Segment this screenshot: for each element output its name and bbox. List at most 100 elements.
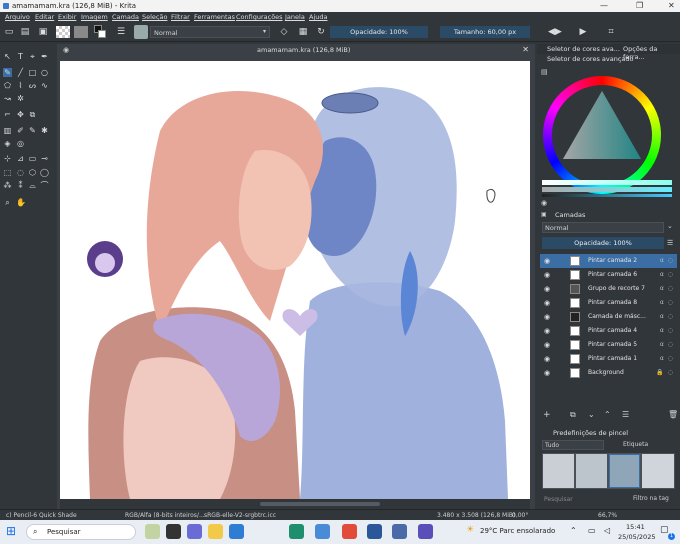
color-triangle[interactable] <box>561 89 643 161</box>
smart-patch-tool-icon[interactable]: ✱ <box>40 126 49 135</box>
color-picker-tool-icon[interactable]: ✐ <box>16 126 25 135</box>
file-explorer-icon[interactable] <box>208 524 223 539</box>
measure-tool-icon[interactable]: ⊿ <box>16 154 25 163</box>
rectangle-tool-icon[interactable]: □ <box>28 68 37 77</box>
layer-row[interactable]: ◉ Pintar camada 4 α ◌ <box>540 324 677 338</box>
add-layer-icon[interactable]: + <box>543 410 551 420</box>
layer-flags-icon[interactable]: α ◌ <box>660 271 674 278</box>
eraser-mode-icon[interactable]: ◇ <box>279 27 289 37</box>
ellipse-select-tool-icon[interactable]: ◌ <box>16 168 25 177</box>
layer-flags-icon[interactable]: α ◌ <box>660 257 674 264</box>
mirror-horizontal-icon[interactable]: ◀▶ <box>548 27 562 37</box>
visibility-eye-icon[interactable]: ◉ <box>544 327 550 335</box>
menu-filtrar[interactable]: Filtrar <box>171 13 190 21</box>
preset-tile[interactable] <box>642 454 674 488</box>
network-icon[interactable]: ▭ <box>588 526 596 535</box>
tab-color-selector[interactable]: Seletor de cores ava... <box>547 45 620 53</box>
zoom-tool-icon[interactable]: ⌕ <box>3 198 12 207</box>
background-color-swatch[interactable] <box>98 30 106 38</box>
lock-icon[interactable]: 🔒 ◌ <box>656 369 674 376</box>
clock-time[interactable]: 15:41 <box>626 523 645 531</box>
layer-flags-icon[interactable]: α ◌ <box>660 355 674 362</box>
visibility-eye-icon[interactable]: ◉ <box>544 341 550 349</box>
drawing-canvas[interactable] <box>60 61 530 499</box>
pan-tool-icon[interactable]: ✋ <box>16 198 26 207</box>
preserve-alpha-icon[interactable]: ▦ <box>298 27 308 37</box>
visibility-eye-icon[interactable]: ◉ <box>544 271 550 279</box>
opacity-slider[interactable]: Opacidade: 100% <box>330 26 428 38</box>
layer-row[interactable]: ◉ Pintar camada 6 α ◌ <box>540 268 677 282</box>
visibility-eye-icon[interactable]: ◉ <box>544 369 550 377</box>
bezier-select-tool-icon[interactable]: ⌓ <box>28 181 37 190</box>
multibrush-tool-icon[interactable]: ✲ <box>16 94 25 103</box>
brush-preset-icon[interactable] <box>134 25 148 39</box>
menu-camada[interactable]: Camada <box>112 13 139 21</box>
layer-flags-icon[interactable]: α ◌ <box>660 285 674 292</box>
document-tab[interactable]: ◉ amamamam.kra (126,8 MiB) ✕ <box>57 44 535 56</box>
preset-filter-select[interactable]: Tudo <box>542 440 604 450</box>
saturation-slider[interactable] <box>542 187 672 192</box>
text-tool-icon[interactable]: T <box>16 52 25 61</box>
visibility-eye-icon[interactable]: ◉ <box>544 355 550 363</box>
menu-arquivo[interactable]: Arquivo <box>5 13 30 21</box>
ellipse-tool-icon[interactable]: ○ <box>40 68 49 77</box>
save-icon[interactable]: ▣ <box>38 27 48 37</box>
layer-row[interactable]: ◉ Pintar camada 5 α ◌ <box>540 338 677 352</box>
taskbar-search[interactable]: ⌕ Pesquisar <box>26 524 136 540</box>
edit-shapes-tool-icon[interactable]: ⌖ <box>28 52 37 61</box>
line-tool-icon[interactable]: ╱ <box>16 68 25 77</box>
delete-layer-icon[interactable]: 🗑 <box>668 410 678 419</box>
crop-tool-icon[interactable]: ⌐ <box>3 110 12 119</box>
contiguous-select-tool-icon[interactable]: ⁂ <box>3 181 12 190</box>
menu-ajuda[interactable]: Ajuda <box>309 13 327 21</box>
tennis-app-icon[interactable] <box>145 524 160 539</box>
move-down-icon[interactable]: ⌄ <box>588 410 595 419</box>
menu-exibir[interactable]: Exibir <box>58 13 76 21</box>
brush-preset-grid[interactable] <box>542 453 675 489</box>
polyline-tool-icon[interactable]: ⌇ <box>16 81 25 90</box>
preset-search-input[interactable]: Pesquisar <box>544 496 573 503</box>
volume-icon[interactable]: ◁ <box>604 526 610 535</box>
word-icon[interactable] <box>367 524 382 539</box>
layer-flags-icon[interactable]: α ◌ <box>660 327 674 334</box>
layer-row[interactable]: ◉ Pintar camada 1 α ◌ <box>540 352 677 366</box>
close-document-icon[interactable]: ✕ <box>522 45 529 54</box>
hue-slider[interactable] <box>542 180 672 185</box>
brush-editor-icon[interactable]: ☰ <box>116 27 126 37</box>
menu-janela[interactable]: Janela <box>285 13 305 21</box>
freehand-path-tool-icon[interactable]: ∿ <box>40 81 49 90</box>
close-window-button[interactable]: ✕ <box>668 1 675 10</box>
microsoft-store-icon[interactable] <box>229 524 244 539</box>
photos-icon[interactable] <box>315 524 330 539</box>
visibility-eye-icon[interactable]: ◉ <box>544 299 550 307</box>
tag-label[interactable]: Etiqueta <box>623 441 648 448</box>
visibility-eye-icon[interactable]: ◉ <box>544 313 550 321</box>
layer-flags-icon[interactable]: α ◌ <box>660 313 674 320</box>
minimize-button[interactable]: — <box>600 1 608 10</box>
menu-editar[interactable]: Editar <box>35 13 54 21</box>
windows-start-icon[interactable]: ⊞ <box>6 524 16 538</box>
visibility-eye-icon[interactable]: ◉ <box>544 285 550 293</box>
task-view-icon[interactable] <box>166 524 181 539</box>
weather-text[interactable]: 29°C Parc ensolarado <box>480 527 555 535</box>
gradient-tool-icon[interactable]: ▥ <box>3 126 12 135</box>
colorize-mask-tool-icon[interactable]: ✎ <box>28 126 37 135</box>
transform-tool-icon[interactable]: ⧉ <box>28 110 37 119</box>
reference-tool-icon[interactable]: ▭ <box>28 154 37 163</box>
preset-tile[interactable] <box>576 454 607 488</box>
pin-tool-icon[interactable]: ⊸ <box>40 154 49 163</box>
other-app-icon[interactable] <box>418 524 433 539</box>
gradient-swatch[interactable] <box>74 26 88 38</box>
chrome-icon[interactable] <box>342 524 357 539</box>
polygon-select-tool-icon[interactable]: ⬡ <box>28 168 37 177</box>
filter-by-tag-checkbox[interactable]: Filtro na tag <box>633 495 669 502</box>
layer-properties-icon[interactable]: ☰ <box>622 410 629 419</box>
menu-configuracoes[interactable]: Configurações <box>236 13 283 21</box>
open-document-icon[interactable]: ▤ <box>20 27 30 37</box>
similar-select-tool-icon[interactable]: ⁑ <box>16 181 25 190</box>
maximize-button[interactable]: ❐ <box>636 1 643 10</box>
new-document-icon[interactable]: ▭ <box>4 27 14 37</box>
copilot-icon[interactable] <box>187 524 202 539</box>
polygon-tool-icon[interactable]: ⬠ <box>3 81 12 90</box>
clock-date[interactable]: 25/05/2025 <box>618 533 655 541</box>
